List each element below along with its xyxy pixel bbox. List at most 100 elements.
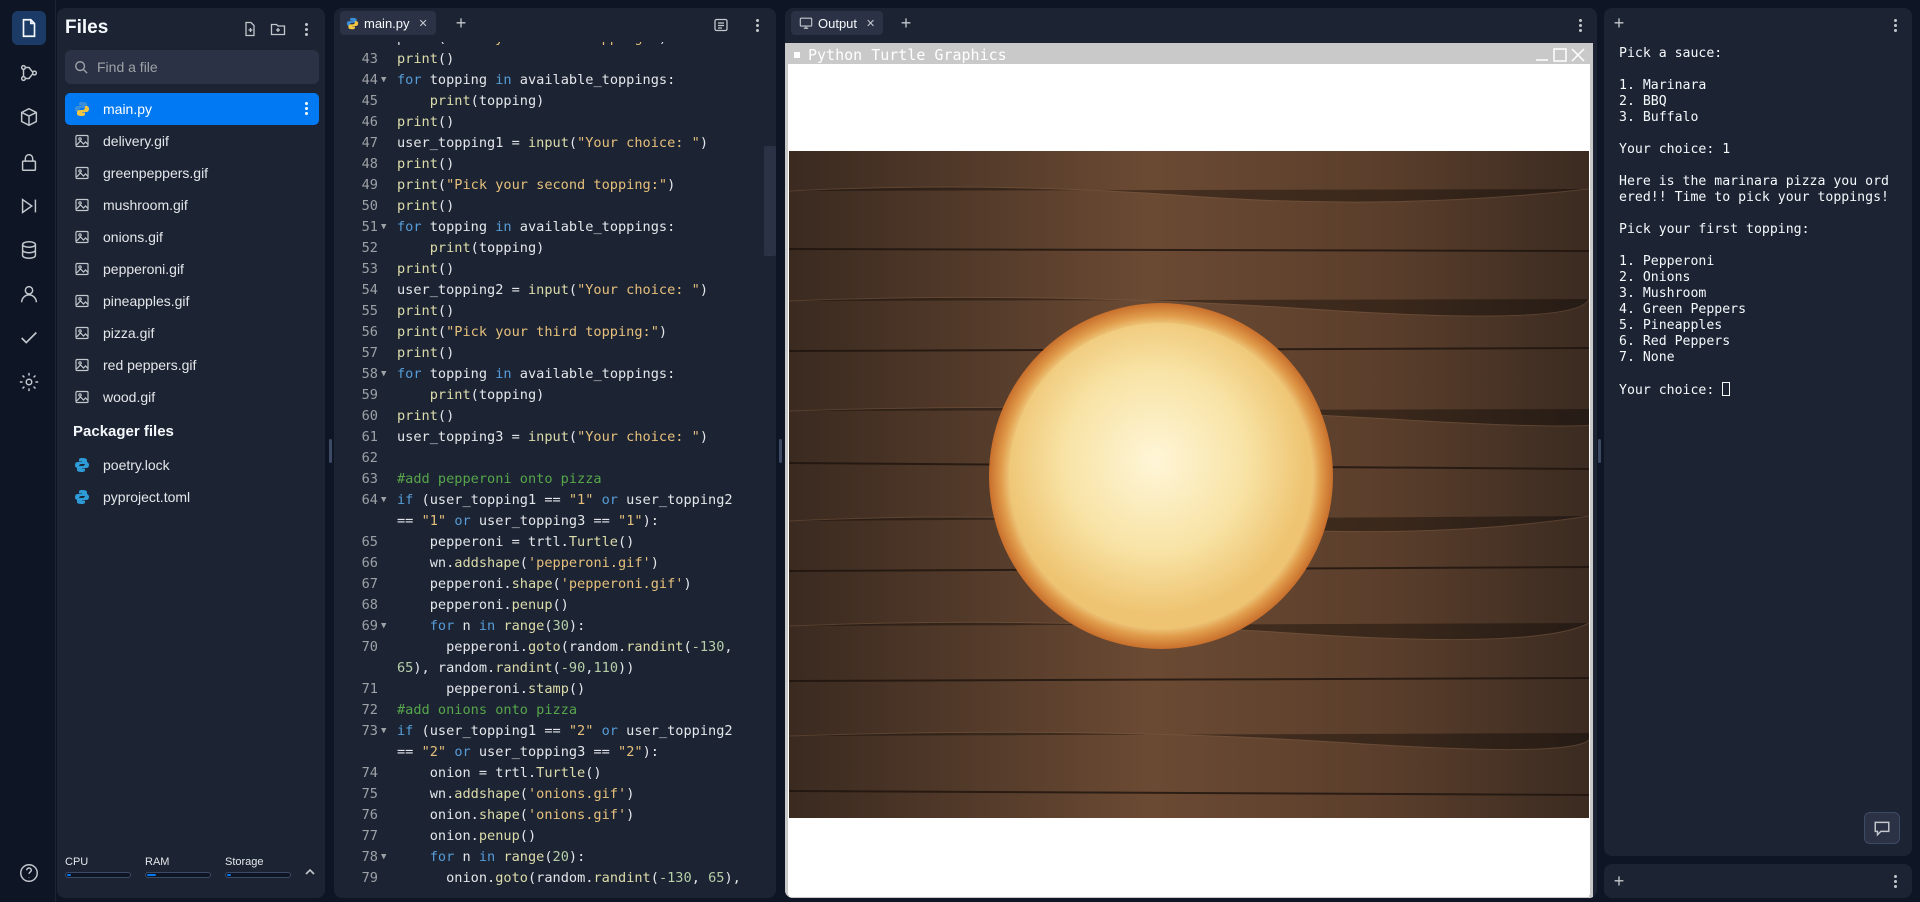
code-line[interactable]: 76 onion.shape('onions.gif') (334, 805, 776, 826)
code-line[interactable]: 44 ▼ for topping in available_toppings: (334, 70, 776, 91)
output-resize-handle[interactable] (1598, 439, 1601, 463)
database-icon[interactable] (12, 233, 46, 267)
packages-icon[interactable] (12, 100, 46, 134)
code-line[interactable]: 72 #add onions onto pizza (334, 700, 776, 721)
fold-chevron-icon[interactable]: ▼ (381, 490, 391, 511)
code-line[interactable]: 56 print("Pick your third topping:") (334, 322, 776, 343)
fold-chevron-icon[interactable]: ▼ (381, 616, 391, 637)
fold-chevron-icon[interactable]: ▼ (381, 721, 391, 742)
file-item[interactable]: mushroom.gif (65, 189, 319, 221)
code-line[interactable]: 49 print("Pick your second topping:") (334, 175, 776, 196)
files-icon[interactable] (12, 11, 46, 45)
help-icon[interactable] (12, 856, 46, 890)
fold-chevron-icon[interactable]: ▼ (381, 364, 391, 385)
packager-file-item[interactable]: pyproject.toml (65, 481, 319, 513)
code-line[interactable]: 51 ▼ for topping in available_toppings: (334, 217, 776, 238)
file-item[interactable]: delivery.gif (65, 125, 319, 157)
code-line[interactable]: 55 print() (334, 301, 776, 322)
code-line[interactable]: 48 print() (334, 154, 776, 175)
close-tab-icon[interactable]: ✕ (419, 17, 428, 30)
new-output-tab-plus-icon[interactable]: + (897, 13, 915, 33)
file-options-icon[interactable] (299, 102, 313, 120)
editor-more-icon[interactable] (746, 14, 768, 36)
code-line[interactable]: 73 ▼ if (user_topping1 == "2" or user_topp… (334, 721, 776, 742)
code-line[interactable]: 59 print(topping) (334, 385, 776, 406)
file-item[interactable]: onions.gif (65, 221, 319, 253)
code-line[interactable]: 50 print() (334, 196, 776, 217)
code-line[interactable]: 58 ▼ for topping in available_toppings: (334, 364, 776, 385)
file-item[interactable]: wood.gif (65, 381, 319, 413)
code-line[interactable]: 62 (334, 448, 776, 469)
pane-more-icon[interactable] (1884, 870, 1906, 892)
code-line[interactable]: 79 onion.goto(random.randint(-130, 65), (334, 868, 776, 889)
output-more-icon[interactable] (1569, 14, 1591, 36)
code-line[interactable]: 67 pepperoni.shape('pepperoni.gif') (334, 574, 776, 595)
code-line[interactable]: 66 wn.addshape('pepperoni.gif') (334, 553, 776, 574)
tab-output[interactable]: Output ✕ (791, 11, 884, 35)
file-item[interactable]: greenpeppers.gif (65, 157, 319, 189)
code-line[interactable]: 70 pepperoni.goto(random.randint(-130, (334, 637, 776, 658)
code-line[interactable]: 45 print(topping) (334, 91, 776, 112)
tab-main-py[interactable]: main.py ✕ (340, 11, 436, 35)
code-line[interactable]: 52 print(topping) (334, 238, 776, 259)
console-panel[interactable]: + Pick a sauce: 1. Marinara 2. BBQ 3. Bu… (1604, 8, 1912, 856)
code-line[interactable]: 61 user_topping3 = input("Your choice: ") (334, 427, 776, 448)
chevron-up-icon[interactable] (303, 865, 317, 879)
files-resize-handle[interactable] (329, 439, 332, 463)
code-line[interactable]: 64 ▼ if (user_topping1 == "1" or user_topp… (334, 490, 776, 511)
code-line[interactable]: 78 ▼ for n in range(20): (334, 847, 776, 868)
code-area[interactable]: 42 print("Pick your first topping:") 43 pri… (334, 42, 776, 898)
pane-new-tab-plus-icon[interactable]: + (1610, 871, 1628, 891)
console-more-icon[interactable] (1884, 14, 1906, 36)
user-icon[interactable] (12, 277, 46, 311)
new-tab-plus-icon[interactable]: + (452, 13, 470, 33)
file-item[interactable]: main.py (65, 93, 319, 125)
code-line[interactable]: 68 pepperoni.penup() (334, 595, 776, 616)
code-line[interactable]: 53 print() (334, 259, 776, 280)
code-line[interactable]: 65), random.randint(-90,110)) (334, 658, 776, 679)
code-line[interactable]: 57 print() (334, 343, 776, 364)
code-line[interactable]: 71 pepperoni.stamp() (334, 679, 776, 700)
file-item[interactable]: pepperoni.gif (65, 253, 319, 285)
editor-scrollbar[interactable] (764, 146, 776, 256)
code-line[interactable]: 42 print("Pick your first topping:") (334, 42, 776, 49)
code-line[interactable]: 69 ▼ for n in range(30): (334, 616, 776, 637)
fold-chevron-icon[interactable]: ▼ (381, 70, 391, 91)
code-line[interactable]: == "1" or user_topping3 == "1"): (334, 511, 776, 532)
window-menu-icon[interactable] (794, 52, 800, 58)
code-line[interactable]: == "2" or user_topping3 == "2"): (334, 742, 776, 763)
turtle-canvas[interactable] (789, 67, 1589, 897)
fold-chevron-icon[interactable]: ▼ (381, 217, 391, 238)
lock-icon[interactable] (12, 145, 46, 179)
code-line[interactable]: 65 pepperoni = trtl.Turtle() (334, 532, 776, 553)
check-icon[interactable] (12, 321, 46, 355)
minimize-icon[interactable] (1534, 47, 1550, 63)
console-cursor[interactable] (1722, 382, 1731, 396)
window-close-icon[interactable] (1570, 47, 1586, 63)
code-line[interactable]: 47 user_topping1 = input("Your choice: ") (334, 133, 776, 154)
maximize-icon[interactable] (1552, 47, 1568, 63)
file-item[interactable]: pineapples.gif (65, 285, 319, 317)
settings-gear-icon[interactable] (12, 365, 46, 399)
find-file-search[interactable] (65, 50, 319, 84)
more-options-icon[interactable] (295, 18, 317, 40)
new-file-icon[interactable] (239, 18, 261, 40)
close-output-tab-icon[interactable]: ✕ (866, 17, 875, 30)
code-line[interactable]: 75 wn.addshape('onions.gif') (334, 784, 776, 805)
fold-chevron-icon[interactable]: ▼ (381, 847, 391, 868)
format-code-icon[interactable] (710, 14, 732, 36)
code-line[interactable]: 77 onion.penup() (334, 826, 776, 847)
run-icon[interactable] (12, 189, 46, 223)
new-folder-icon[interactable] (267, 18, 289, 40)
code-line[interactable]: 46 print() (334, 112, 776, 133)
code-line[interactable]: 43 print() (334, 49, 776, 70)
packager-file-item[interactable]: poetry.lock (65, 449, 319, 481)
code-line[interactable]: 54 user_topping2 = input("Your choice: ") (334, 280, 776, 301)
code-line[interactable]: 74 onion = trtl.Turtle() (334, 763, 776, 784)
code-line[interactable]: 60 print() (334, 406, 776, 427)
code-line[interactable]: 63 #add pepperoni onto pizza (334, 469, 776, 490)
chat-button[interactable] (1864, 812, 1900, 844)
editor-resize-handle[interactable] (779, 439, 782, 463)
console-new-tab-plus-icon[interactable]: + (1610, 13, 1628, 33)
file-item[interactable]: pizza.gif (65, 317, 319, 349)
